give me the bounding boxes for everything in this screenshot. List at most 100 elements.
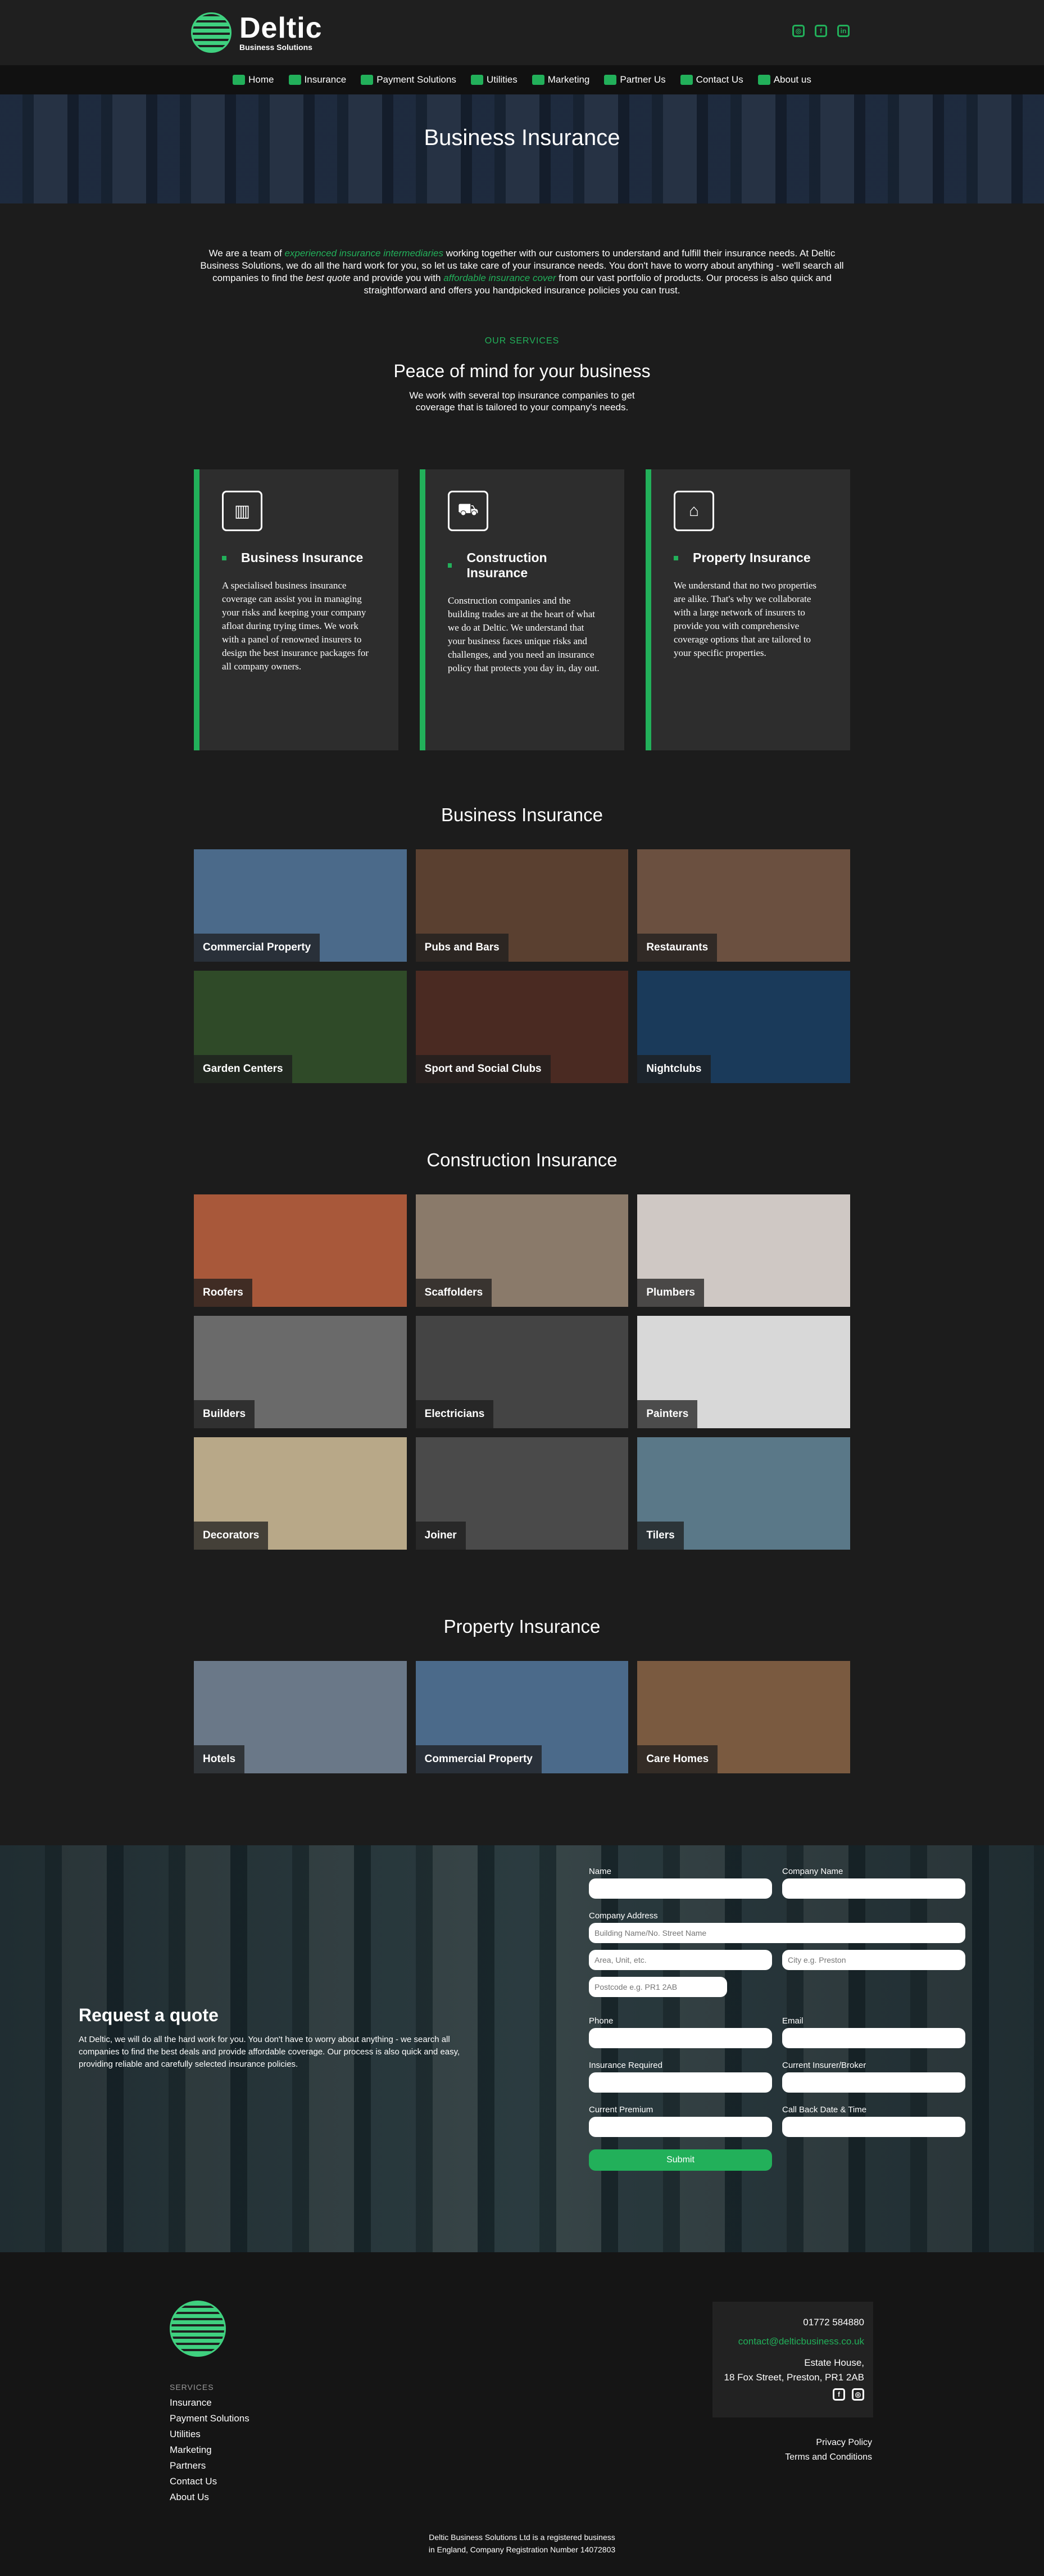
footer-link-partners[interactable]: Partners xyxy=(170,2458,249,2474)
footer-link-payment[interactable]: Payment Solutions xyxy=(170,2411,249,2426)
privacy-link[interactable]: Privacy Policy xyxy=(785,2435,872,2450)
hero-title: Business Insurance xyxy=(424,125,620,150)
card-text: Construction companies and the building … xyxy=(448,595,600,673)
logo[interactable]: Deltic Business Solutions xyxy=(191,12,323,53)
current-premium-field[interactable] xyxy=(589,2117,772,2137)
bullet-icon xyxy=(448,563,452,568)
nav-contact-us[interactable]: Contact Us xyxy=(680,74,743,85)
property-section: Property Insurance Hotels Commercial Pro… xyxy=(0,1616,1044,1773)
tile-sport-and-social-clubs[interactable]: Sport and Social Clubs xyxy=(415,971,629,1083)
street-field[interactable] xyxy=(589,1923,965,1943)
tile-scaffolders[interactable]: Scaffolders xyxy=(415,1194,629,1307)
nav-utilities[interactable]: Utilities xyxy=(470,74,518,85)
facebook-icon[interactable]: f xyxy=(815,25,827,37)
email-field[interactable] xyxy=(782,2028,965,2048)
marketing-icon xyxy=(532,75,544,85)
card-title: Construction Insurance xyxy=(466,550,547,580)
truck-icon: ⛟ xyxy=(448,491,488,531)
tile-builders[interactable]: Builders xyxy=(194,1316,407,1428)
services-subtitle: We work with several top insurance compa… xyxy=(409,390,635,413)
company-name-field[interactable] xyxy=(782,1878,965,1899)
footer-contact: 01772 584880 contact@delticbusiness.co.u… xyxy=(712,2302,873,2417)
tile-decorators[interactable]: Decorators xyxy=(194,1437,407,1550)
tile-restaurants[interactable]: Restaurants xyxy=(637,849,850,962)
quote-title: Request a quote xyxy=(79,2005,219,2025)
terms-link[interactable]: Terms and Conditions xyxy=(785,2450,872,2465)
submit-button[interactable]: Submit xyxy=(589,2149,772,2171)
nav-partner-us[interactable]: Partner Us xyxy=(604,74,666,85)
card-icon xyxy=(361,75,374,85)
intro-text: We are a team of experienced insurance i… xyxy=(200,248,844,296)
linkedin-icon[interactable]: in xyxy=(837,25,850,37)
instagram-icon[interactable]: ◎ xyxy=(852,2388,864,2401)
nav-payment-solutions[interactable]: Payment Solutions xyxy=(361,74,456,85)
nav-home[interactable]: Home xyxy=(233,74,274,85)
insurance-required-field[interactable] xyxy=(589,2072,772,2093)
quote-text: At Deltic, we will do all the hard work … xyxy=(79,2035,460,2069)
facebook-icon[interactable]: f xyxy=(833,2388,845,2401)
footer-link-contact[interactable]: Contact Us xyxy=(170,2474,249,2489)
footer-address-1: Estate House, xyxy=(804,2357,864,2368)
phone-field[interactable] xyxy=(589,2028,772,2048)
tile-roofers[interactable]: Roofers xyxy=(194,1194,407,1307)
handshake-icon xyxy=(604,75,617,85)
name-field[interactable] xyxy=(589,1878,772,1899)
house-icon: ⌂ xyxy=(674,491,714,531)
tile-care-homes[interactable]: Care Homes xyxy=(637,1661,850,1773)
tile-hotels[interactable]: Hotels xyxy=(194,1661,407,1773)
section-title: Business Insurance xyxy=(441,804,603,825)
tile-electricians[interactable]: Electricians xyxy=(415,1316,629,1428)
city-field[interactable] xyxy=(782,1950,965,1970)
footer-link-insurance[interactable]: Insurance xyxy=(170,2395,249,2411)
footer-link-marketing[interactable]: Marketing xyxy=(170,2442,249,2458)
building-icon: ▥ xyxy=(222,491,262,531)
footer-link-utilities[interactable]: Utilities xyxy=(170,2426,249,2442)
footer-logo[interactable] xyxy=(170,2301,226,2357)
construction-grid: Roofers Scaffolders Plumbers Builders El… xyxy=(194,1194,850,1550)
section-title: Property Insurance xyxy=(443,1616,601,1637)
site-header: Deltic Business Solutions ◎ f in xyxy=(0,0,1044,65)
footer-link-about[interactable]: About Us xyxy=(170,2489,249,2505)
nav-insurance[interactable]: Insurance xyxy=(288,74,346,85)
card-text: A specialised business insurance coverag… xyxy=(222,580,369,672)
tile-tilers[interactable]: Tilers xyxy=(637,1437,850,1550)
instagram-icon[interactable]: ◎ xyxy=(792,25,805,37)
tile-garden-centers[interactable]: Garden Centers xyxy=(194,971,407,1083)
property-grid: Hotels Commercial Property Care Homes xyxy=(194,1661,850,1773)
tile-plumbers[interactable]: Plumbers xyxy=(637,1194,850,1307)
nav-marketing[interactable]: Marketing xyxy=(532,74,589,85)
tile-commercial-property[interactable]: Commercial Property xyxy=(415,1661,629,1773)
postcode-field[interactable] xyxy=(589,1977,727,1997)
nav-about-us[interactable]: About us xyxy=(757,74,811,85)
quote-form: Name Company Name Company Address Phone … xyxy=(589,1867,965,2171)
card-text: We understand that no two properties are… xyxy=(674,580,817,658)
main-nav: Home Insurance Payment Solutions Utiliti… xyxy=(0,65,1044,94)
social-links: ◎ f in xyxy=(792,25,850,37)
callback-field[interactable] xyxy=(782,2117,965,2137)
current-insurer-field[interactable] xyxy=(782,2072,965,2093)
utilities-icon xyxy=(470,75,483,85)
globe-logo-icon xyxy=(170,2301,226,2357)
footer-address-2: 18 Fox Street, Preston, PR1 2AB xyxy=(724,2372,864,2383)
tile-painters[interactable]: Painters xyxy=(637,1316,850,1428)
brand-sub: Business Solutions xyxy=(239,43,312,52)
bullet-icon xyxy=(674,555,678,560)
business-section: Business Insurance Commercial Property P… xyxy=(0,804,1044,1083)
tile-commercial-property[interactable]: Commercial Property xyxy=(194,849,407,962)
footer-legal: Privacy Policy Terms and Conditions xyxy=(785,2435,872,2465)
site-footer: SERVICES Insurance Payment Solutions Uti… xyxy=(0,2252,1044,2576)
tile-joiner[interactable]: Joiner xyxy=(415,1437,629,1550)
footer-email[interactable]: contact@delticbusiness.co.uk xyxy=(721,2332,864,2351)
card-title: Property Insurance xyxy=(693,550,811,565)
service-card: ⛟ Construction Insurance Construction co… xyxy=(420,469,624,750)
section-title: Construction Insurance xyxy=(426,1149,618,1170)
tile-nightclubs[interactable]: Nightclubs xyxy=(637,971,850,1083)
info-icon xyxy=(757,75,770,85)
area-field[interactable] xyxy=(589,1950,772,1970)
home-icon xyxy=(233,75,246,85)
footer-phone[interactable]: 01772 584880 xyxy=(721,2313,864,2332)
phone-icon xyxy=(680,75,693,85)
service-card: ⌂ Property Insurance We understand that … xyxy=(646,469,850,750)
construction-section: Construction Insurance Roofers Scaffolde… xyxy=(0,1149,1044,1550)
tile-pubs-and-bars[interactable]: Pubs and Bars xyxy=(415,849,629,962)
